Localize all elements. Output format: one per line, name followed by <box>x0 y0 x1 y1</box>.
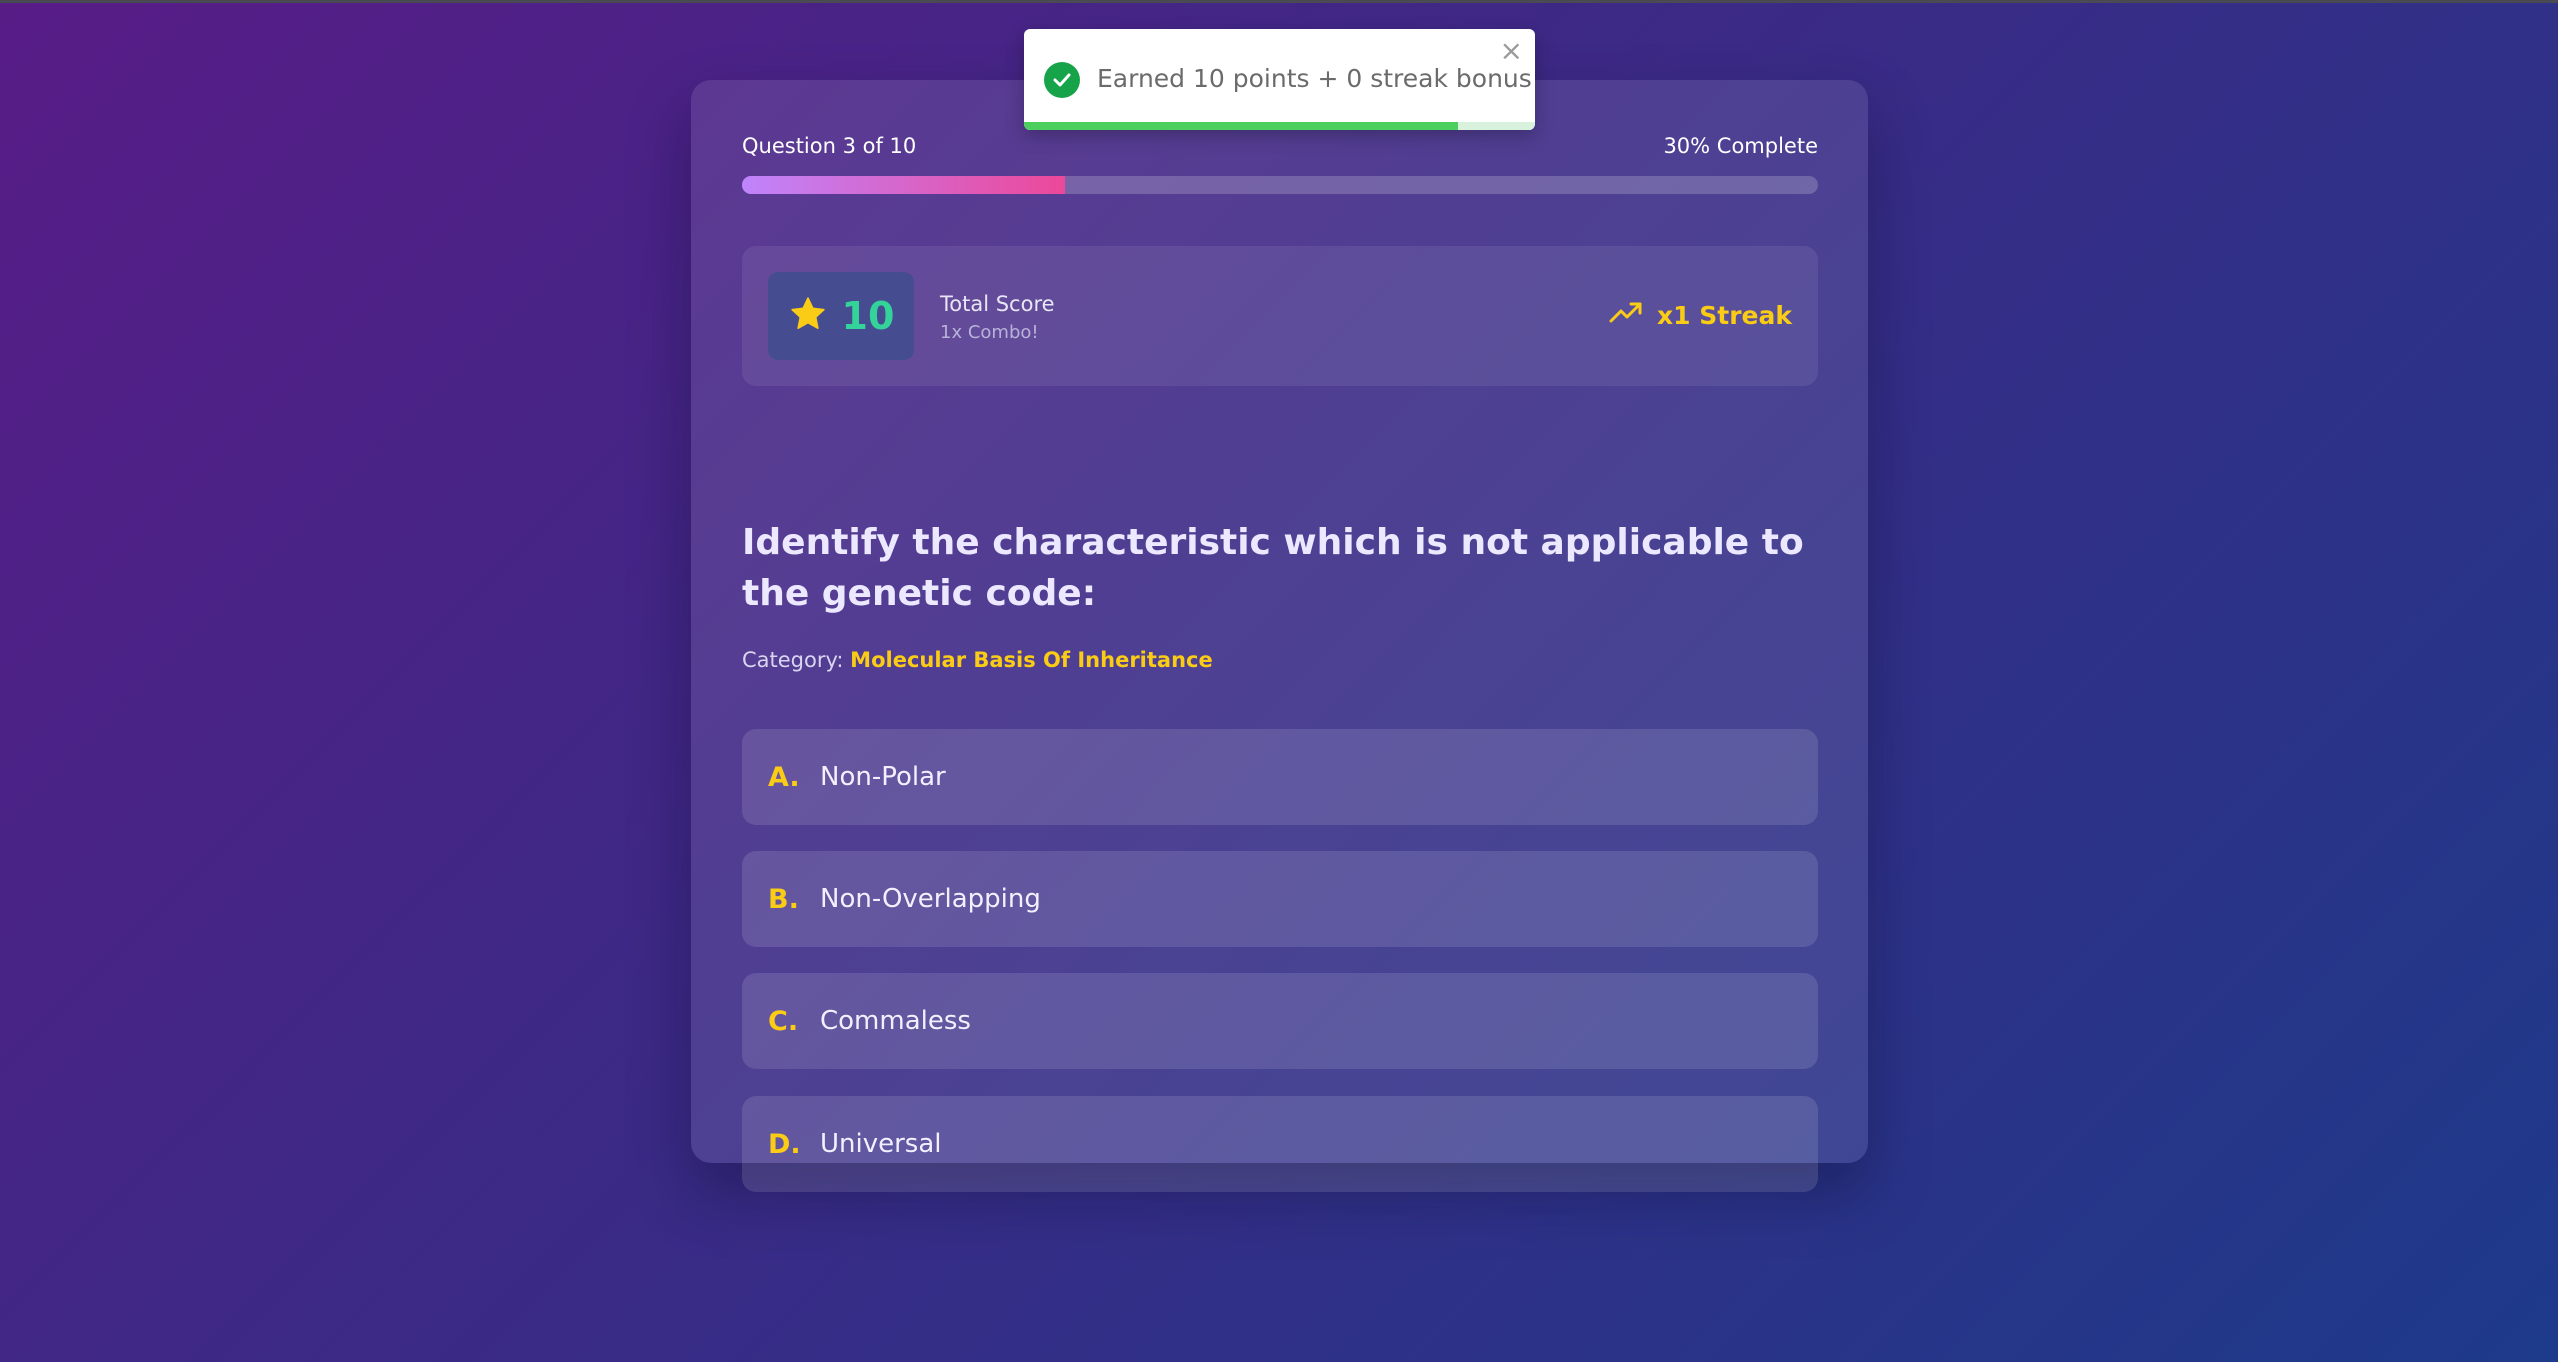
score-value: 10 <box>841 294 895 338</box>
score-badge: 10 <box>768 272 914 360</box>
score-labels: Total Score 1x Combo! <box>940 292 1055 343</box>
score-title: Total Score <box>940 292 1055 316</box>
trending-up-icon <box>1609 300 1643 330</box>
answer-option-d[interactable]: D. Universal <box>742 1096 1818 1192</box>
answer-option-a[interactable]: A. Non-Polar <box>742 729 1818 825</box>
question-counter: Question 3 of 10 <box>742 134 917 158</box>
star-icon <box>788 294 828 338</box>
option-letter: A. <box>768 761 800 793</box>
toast-timer-fill <box>1024 122 1459 130</box>
category-name: Molecular Basis Of Inheritance <box>850 648 1213 672</box>
points-toast: Earned 10 points + 0 streak bonus! × <box>1024 29 1535 130</box>
combo-label: 1x Combo! <box>940 322 1039 343</box>
toast-timer-bar <box>1024 122 1535 130</box>
progress-header: Question 3 of 10 30% Complete <box>742 134 1818 158</box>
option-letter: D. <box>768 1128 801 1160</box>
quiz-progress-fill <box>742 176 1065 194</box>
quiz-progress-bar <box>742 176 1818 194</box>
streak-label: x1 Streak <box>1657 300 1792 330</box>
question-text: Identify the characteristic which is not… <box>742 522 1804 614</box>
option-text: Non-Polar <box>820 762 946 792</box>
answer-option-c[interactable]: C. Commaless <box>742 973 1818 1069</box>
question-category: Category: Molecular Basis Of Inheritance <box>742 648 1213 672</box>
success-check-icon <box>1044 62 1080 98</box>
option-letter: C. <box>768 1005 799 1037</box>
answer-option-b[interactable]: B. Non-Overlapping <box>742 851 1818 947</box>
option-letter: B. <box>768 883 799 915</box>
percent-complete: 30% Complete <box>1663 134 1818 158</box>
option-text: Non-Overlapping <box>820 884 1041 914</box>
option-text: Universal <box>820 1129 942 1159</box>
category-label: Category: <box>742 648 844 672</box>
score-panel: 10 Total Score 1x Combo! x1 Streak <box>742 246 1818 386</box>
option-text: Commaless <box>820 1006 971 1036</box>
toast-message: Earned 10 points + 0 streak bonus! <box>1097 64 1535 93</box>
window-top-border <box>0 0 2558 3</box>
quiz-card: Question 3 of 10 30% Complete 10 Total S… <box>691 80 1868 1192</box>
streak-indicator: x1 Streak <box>1609 300 1792 330</box>
close-icon[interactable]: × <box>1500 37 1523 65</box>
